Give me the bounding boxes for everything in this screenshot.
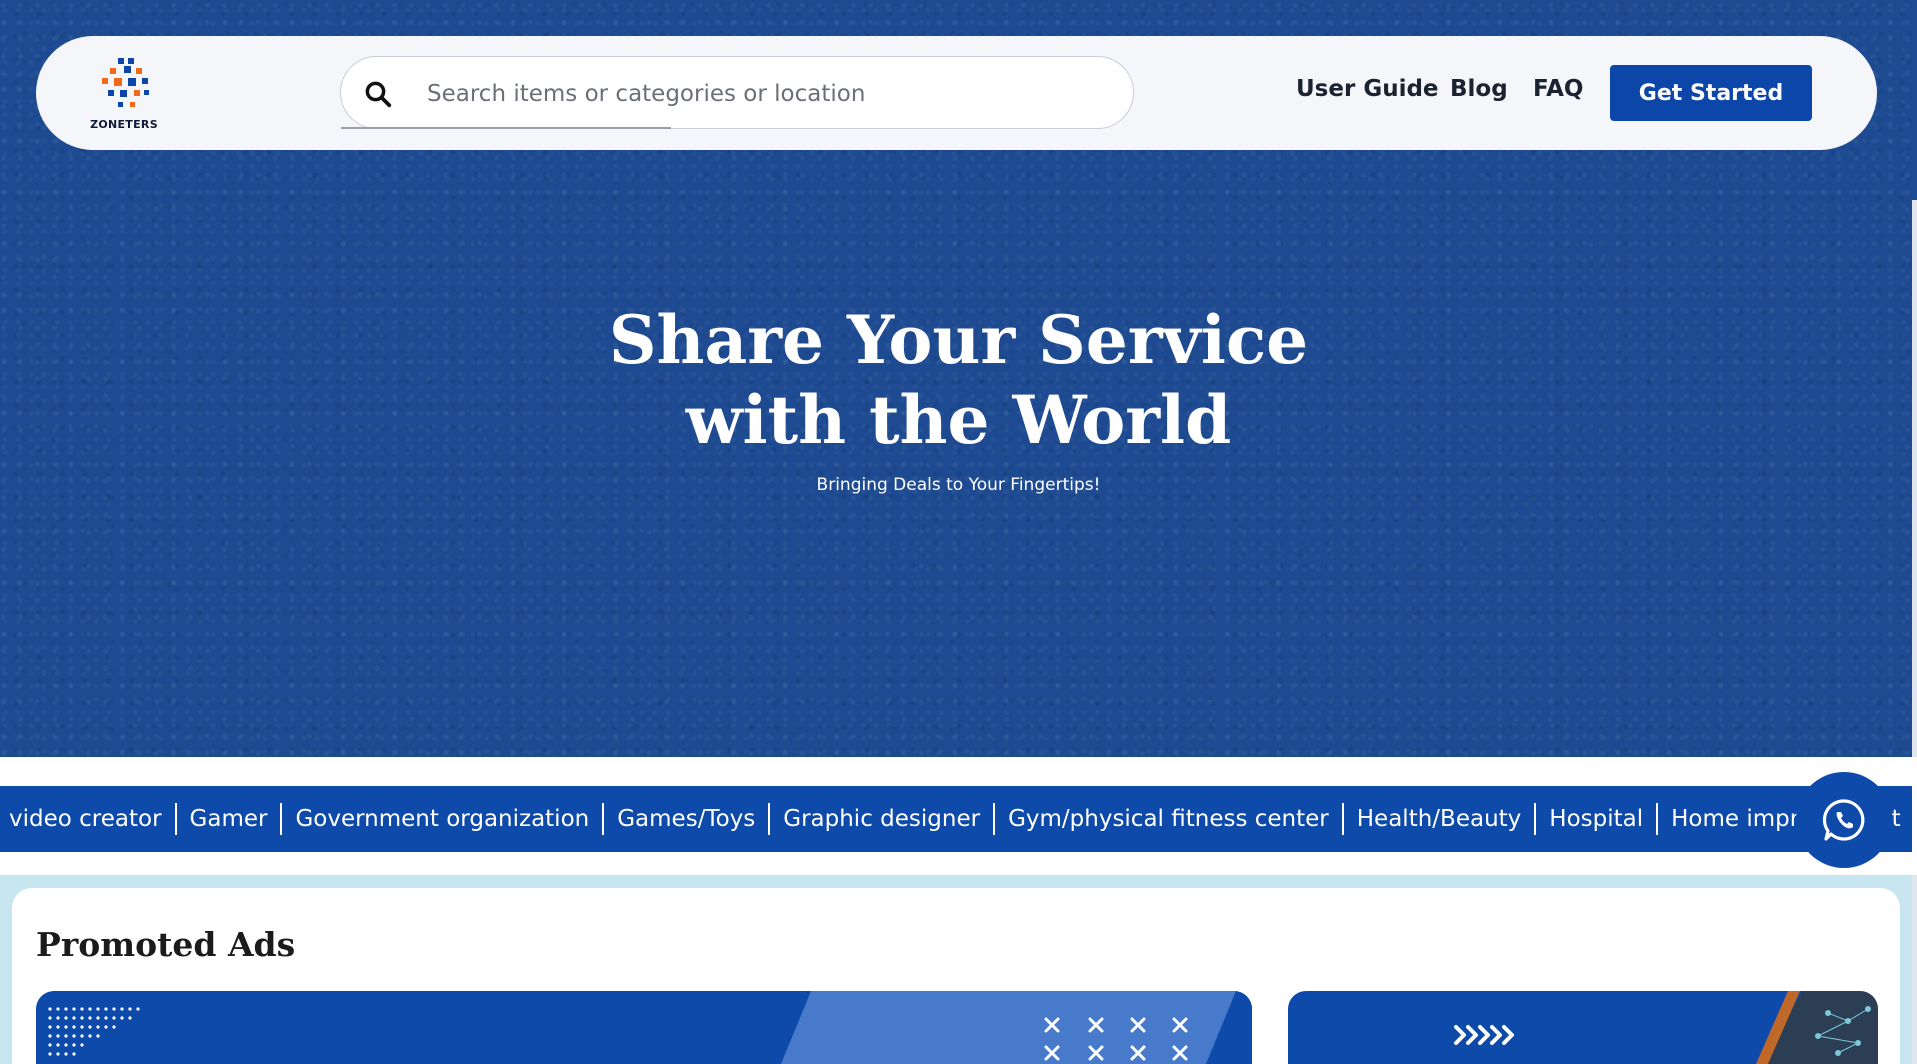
nav-user-guide[interactable]: User Guide xyxy=(1296,76,1439,102)
logo-mark-icon xyxy=(102,58,149,107)
site-header: ZONETERS User Guide Blog FAQ Get Started xyxy=(36,36,1877,150)
category-item[interactable]: Hospital xyxy=(1536,803,1659,835)
logo-text: ZONETERS xyxy=(90,118,158,131)
whatsapp-button[interactable] xyxy=(1796,772,1892,868)
nav-blog[interactable]: Blog xyxy=(1450,76,1508,102)
scrollbar-thumb[interactable] xyxy=(1912,0,1917,200)
zoneters-logo[interactable]: ZONETERS xyxy=(84,56,174,132)
hero-title: Share Your Service with the World xyxy=(0,300,1917,460)
hero-title-line1: Share Your Service xyxy=(608,301,1309,379)
category-item[interactable]: Graphic designer xyxy=(770,803,996,835)
search-underline xyxy=(341,127,671,129)
ad-banner-graphic xyxy=(48,991,1252,1064)
search-icon[interactable] xyxy=(363,79,393,109)
promoted-ad-card[interactable] xyxy=(36,991,1252,1064)
search-input[interactable] xyxy=(427,75,1107,113)
category-item[interactable]: Health/Beauty xyxy=(1344,803,1537,835)
search-bar[interactable] xyxy=(340,56,1134,129)
category-item[interactable]: video creator xyxy=(0,803,177,835)
ad-banner-graphic xyxy=(1454,991,1878,1064)
hero-title-line2: with the World xyxy=(685,381,1232,459)
nav-faq[interactable]: FAQ xyxy=(1533,76,1583,102)
promoted-ads-title: Promoted Ads xyxy=(36,925,296,964)
hero-subtitle: Bringing Deals to Your Fingertips! xyxy=(816,475,1101,495)
category-item[interactable]: Games/Toys xyxy=(604,803,771,835)
get-started-button[interactable]: Get Started xyxy=(1610,65,1812,121)
category-item[interactable]: Gym/physical fitness center xyxy=(995,803,1344,835)
promoted-ad-card[interactable] xyxy=(1288,991,1878,1064)
category-item[interactable]: Government organization xyxy=(282,803,605,835)
hero-section: ZONETERS User Guide Blog FAQ Get Started… xyxy=(0,0,1917,757)
category-item[interactable]: Gamer xyxy=(177,803,283,835)
category-track: video creator Gamer Government organizat… xyxy=(0,786,1912,852)
category-ticker: video creator Gamer Government organizat… xyxy=(0,786,1912,852)
whatsapp-icon xyxy=(1822,799,1865,841)
